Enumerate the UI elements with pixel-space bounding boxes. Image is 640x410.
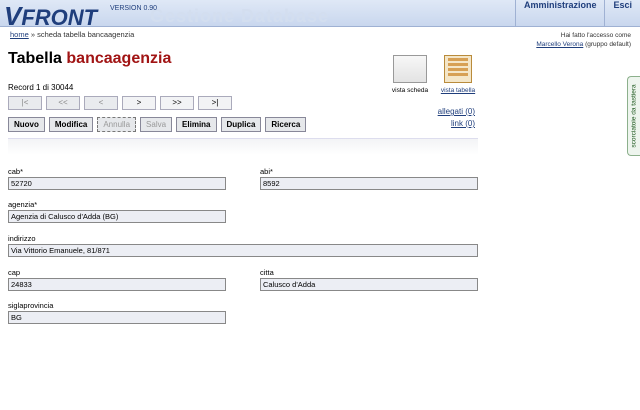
record-navigation: |< << < > >> >| (8, 96, 232, 110)
cap-label: cap (8, 268, 21, 277)
view-scheda-label: vista scheda (391, 87, 429, 94)
save-button[interactable]: Salva (140, 117, 173, 132)
keyboard-shortcuts-label: scorciatoie da tastiera (630, 84, 638, 148)
keyboard-shortcuts-tab[interactable]: scorciatoie da tastiera (627, 76, 640, 156)
cab-field[interactable] (8, 177, 226, 190)
citta-field[interactable] (260, 278, 478, 291)
breadcrumb-current: » scheda tabella bancaagenzia (30, 30, 135, 39)
prev-record-button[interactable]: < (84, 96, 118, 110)
indirizzo-field[interactable] (8, 244, 478, 257)
first-record-button[interactable]: |< (8, 96, 42, 110)
login-caption: Hai fatto l'accesso come (560, 32, 631, 39)
link-link[interactable]: link (0) (451, 119, 475, 128)
agenzia-label: agenzia* (8, 200, 38, 209)
duplicate-button[interactable]: Duplica (220, 117, 262, 132)
abi-field[interactable] (260, 177, 478, 190)
allegati-link[interactable]: allegati (0) (438, 107, 475, 116)
logo-v: V (4, 1, 22, 31)
table-view-icon[interactable] (444, 55, 472, 83)
breadcrumb: home » scheda tabella bancaagenzia (10, 30, 134, 39)
page-title: Tabella bancaagenzia (8, 50, 171, 68)
view-tabella[interactable]: vista tabella (435, 55, 481, 94)
next-record-button[interactable]: > (122, 96, 156, 110)
vfront-logo: VFRONT (4, 1, 97, 32)
breadcrumb-home-link[interactable]: home (10, 30, 29, 39)
indirizzo-label: indirizzo (8, 234, 36, 243)
edit-button[interactable]: Modifica (48, 117, 94, 132)
logo-text: FRONT (21, 5, 98, 30)
form-separator (8, 138, 478, 155)
user-group: (gruppo default) (585, 41, 631, 48)
abi-label: abi* (260, 167, 273, 176)
record-counter: Record 1 di 30044 (8, 83, 74, 92)
search-button[interactable]: Ricerca (265, 117, 307, 132)
nav-amministrazione[interactable]: Amministrazione (514, 0, 605, 26)
view-scheda[interactable]: vista scheda (387, 55, 433, 94)
siglaprovincia-field[interactable] (8, 311, 226, 324)
action-toolbar: Nuovo Modifica Annulla Salva Elimina Dup… (8, 117, 307, 132)
cab-label: cab* (8, 167, 24, 176)
siglaprovincia-label: siglaprovincia (8, 301, 54, 310)
title-prefix: Tabella (8, 50, 62, 67)
user-link[interactable]: Marcello Verona (536, 41, 583, 48)
last-record-button[interactable]: >| (198, 96, 232, 110)
citta-label: citta (260, 268, 274, 277)
app-header: Gestione Database VFRONT VERSION 0.90 Am… (0, 0, 640, 31)
agenzia-field[interactable] (8, 210, 226, 223)
new-button[interactable]: Nuovo (8, 117, 45, 132)
related-links: allegati (0) link (0) (438, 106, 475, 130)
view-tabella-link[interactable]: vista tabella (441, 87, 475, 94)
version-label: VERSION 0.90 (110, 5, 158, 12)
nav-esci[interactable]: Esci (604, 0, 640, 26)
table-name: bancaagenzia (66, 50, 172, 67)
cap-field[interactable] (8, 278, 226, 291)
header-ghost-text: Gestione Database (150, 6, 330, 26)
login-info: Hai fatto l'accesso come Marcello Verona… (536, 31, 631, 49)
cancel-button[interactable]: Annulla (97, 117, 137, 132)
next-page-button[interactable]: >> (160, 96, 194, 110)
delete-button[interactable]: Elimina (176, 117, 217, 132)
top-nav: Amministrazione Esci (514, 0, 640, 26)
form-view-icon[interactable] (393, 55, 427, 83)
prev-page-button[interactable]: << (46, 96, 80, 110)
